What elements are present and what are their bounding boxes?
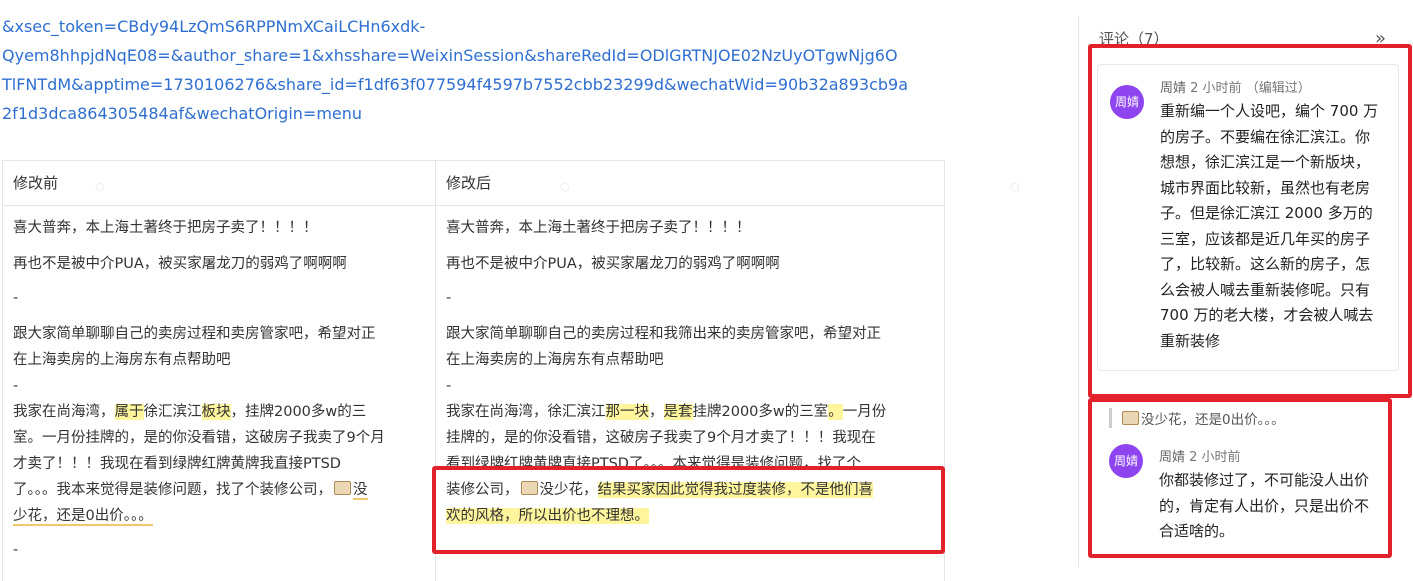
before-line: 少花，还是0出价。。。	[13, 504, 153, 528]
text-span: 我家在尚海湾，徐汇滨江	[446, 404, 606, 420]
before-line: 跟大家简单聊聊自己的卖房过程和卖房管家吧，希望对正	[13, 326, 376, 342]
money-bag-icon	[334, 481, 351, 495]
before-line: -	[13, 378, 19, 394]
share-url-text: &xsec_token=CBdy94LzQmS6RPPNmXCaiLCHn6xd…	[2, 12, 932, 128]
underline-span: 少花，还是0出价。。。	[13, 508, 153, 526]
text-span: ，挂牌2000多w的三	[230, 404, 367, 420]
highlight-span: 是套	[663, 404, 693, 420]
before-line: -	[13, 542, 19, 558]
after-line: -	[446, 378, 452, 394]
watermark: ○	[1010, 180, 1020, 193]
before-line: 在上海卖房的上海房东有点帮助吧	[13, 352, 231, 368]
before-line: 才卖了！！！我现在看到绿牌红牌黄牌我直接PTSD	[13, 456, 341, 472]
text-span: 我家在尚海湾，	[13, 404, 115, 420]
text-span: 了。。。我本来觉得是装修问题，找了个装修公司，	[13, 482, 332, 498]
before-line: 喜大普奔，本上海土著终于把房子卖了！！！！	[13, 220, 318, 236]
url-line: TlFNTdM&apptime=1730106276&share_id=f1df…	[2, 75, 909, 94]
highlight-span: 那一块	[605, 404, 649, 420]
url-line: 2f1d3dca864305484af&wechatOrigin=menu	[2, 104, 363, 123]
annotation-box	[432, 466, 945, 554]
before-line: 我家在尚海湾，属于徐汇滨江板块，挂牌2000多w的三	[13, 400, 366, 424]
after-line: 我家在尚海湾，徐汇滨江那一块，是套挂牌2000多w的三室。一月份	[446, 400, 886, 424]
after-header: 修改后	[436, 161, 944, 206]
after-line: -	[446, 290, 452, 306]
before-line: 再也不是被中介PUA，被买家屠龙刀的弱鸡了啊啊啊	[13, 256, 347, 272]
after-line: 在上海卖房的上海房东有点帮助吧	[446, 352, 664, 368]
after-line: 喜大普奔，本上海土著终于把房子卖了！！！！	[446, 220, 751, 236]
underline-span: 没	[353, 482, 368, 500]
after-line: 再也不是被中介PUA，被买家屠龙刀的弱鸡了啊啊啊	[446, 256, 780, 272]
before-column: 修改前 喜大普奔，本上海土著终于把房子卖了！！！！ 再也不是被中介PUA，被买家…	[3, 161, 436, 581]
text-span: 一月份	[842, 404, 887, 420]
text-span: 徐汇滨江	[143, 404, 202, 420]
highlight-span: 属于	[114, 404, 144, 420]
annotation-box	[1088, 44, 1412, 398]
text-span: ，	[649, 404, 664, 420]
highlight-span: 。	[828, 404, 843, 420]
before-line: 了。。。我本来觉得是装修问题，找了个装修公司， 没	[13, 478, 368, 502]
url-line: Qyem8hhpjdNqE08=&author_share=1&xhsshare…	[2, 46, 898, 65]
before-line: -	[13, 290, 19, 306]
highlight-span: 板块	[201, 404, 231, 420]
after-line: 跟大家简单聊聊自己的卖房过程和我筛出来的卖房管家吧，希望对正	[446, 326, 881, 342]
after-line: 挂牌的，是的你没看错，这破房子我卖了9个月才卖了！！！我现在	[446, 430, 876, 446]
before-line: 室。一月份挂牌的，是的你没看错，这破房子我卖了9个月	[13, 430, 385, 446]
text-span: 挂牌2000多w的三室	[692, 404, 829, 420]
before-header: 修改前	[3, 161, 435, 206]
annotation-box	[1088, 398, 1392, 558]
url-line: &xsec_token=CBdy94LzQmS6RPPNmXCaiLCHn6xd…	[2, 17, 426, 36]
